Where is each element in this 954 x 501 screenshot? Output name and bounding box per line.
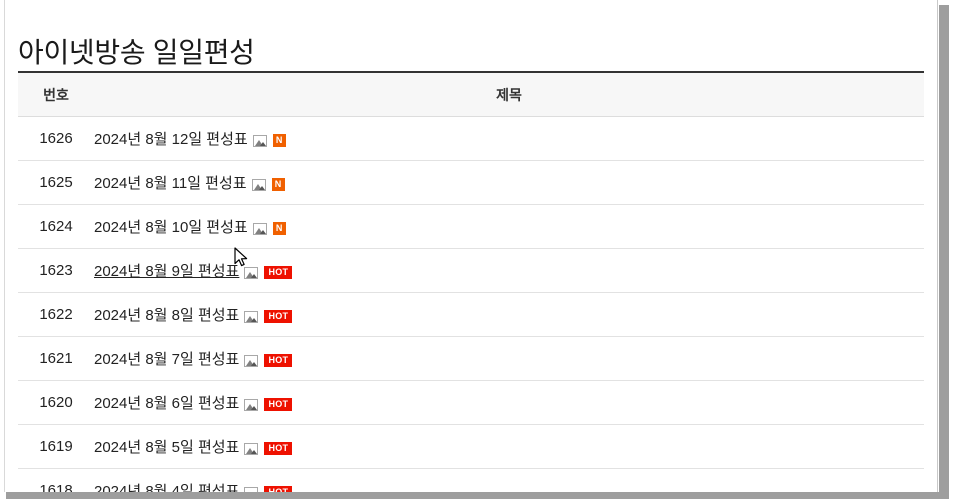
table-row[interactable]: 1619 2024년 8월 5일 편성표 HOT (18, 424, 924, 469)
hot-badge: HOT (264, 353, 293, 367)
hot-badge: HOT (264, 441, 293, 455)
screenshot-viewport: 아이넷방송 일일편성 번호 제목 1626 2024년 8월 12일 편성표 N 16… (0, 0, 954, 501)
row-title-cell: 2024년 8월 5일 편성표 HOT (94, 424, 924, 469)
hot-badge: HOT (264, 397, 293, 411)
row-title-cell: 2024년 8월 12일 편성표 N (94, 116, 924, 161)
row-title-cell: 2024년 8월 8일 편성표 HOT (94, 292, 924, 337)
page-frame: 아이넷방송 일일편성 번호 제목 1626 2024년 8월 12일 편성표 N 16… (4, 0, 938, 495)
row-title-cell: 2024년 8월 11일 편성표 N (94, 160, 924, 205)
hot-badge: HOT (264, 265, 293, 279)
image-attachment-icon (251, 178, 266, 191)
window-bottom-shadow-cap (0, 492, 6, 501)
row-number: 1619 (18, 424, 94, 469)
row-number: 1624 (18, 204, 94, 249)
window-right-shadow-cap (939, 0, 949, 5)
table-row[interactable]: 1625 2024년 8월 11일 편성표 N (18, 160, 924, 205)
row-number: 1621 (18, 336, 94, 381)
row-title-cell: 2024년 8월 7일 편성표 HOT (94, 336, 924, 381)
image-attachment-icon (252, 222, 267, 235)
post-title-link[interactable]: 2024년 8월 12일 편성표 (94, 131, 248, 148)
post-title-link[interactable]: 2024년 8월 6일 편성표 (94, 395, 239, 412)
page-content: 아이넷방송 일일편성 번호 제목 1626 2024년 8월 12일 편성표 N 16… (5, 0, 937, 495)
board-list-table: 번호 제목 1626 2024년 8월 12일 편성표 N 1625 2024년 8월 … (18, 71, 924, 495)
table-row[interactable]: 1626 2024년 8월 12일 편성표 N (18, 116, 924, 161)
table-header-row: 번호 제목 (18, 71, 924, 117)
table-row[interactable]: 1622 2024년 8월 8일 편성표 HOT (18, 292, 924, 337)
post-title-link[interactable]: 2024년 8월 7일 편성표 (94, 351, 239, 368)
page-title: 아이넷방송 일일편성 (18, 36, 255, 68)
post-title-link[interactable]: 2024년 8월 8일 편성표 (94, 307, 239, 324)
table-row[interactable]: 1621 2024년 8월 7일 편성표 HOT (18, 336, 924, 381)
row-number: 1625 (18, 160, 94, 205)
row-number: 1622 (18, 292, 94, 337)
new-badge: N (272, 133, 286, 147)
row-title-cell: 2024년 8월 6일 편성표 HOT (94, 380, 924, 425)
row-number: 1626 (18, 116, 94, 161)
image-attachment-icon (244, 354, 259, 367)
image-attachment-icon (244, 442, 259, 455)
image-attachment-icon (244, 310, 259, 323)
table-row[interactable]: 1624 2024년 8월 10일 편성표 N (18, 204, 924, 249)
column-header-number: 번호 (18, 71, 94, 117)
column-header-title: 제목 (94, 71, 924, 117)
post-title-link[interactable]: 2024년 8월 11일 편성표 (94, 175, 247, 192)
new-badge: N (272, 221, 286, 235)
table-row[interactable]: 1620 2024년 8월 6일 편성표 HOT (18, 380, 924, 425)
row-title-cell: 2024년 8월 10일 편성표 N (94, 204, 924, 249)
row-number: 1620 (18, 380, 94, 425)
image-attachment-icon (244, 398, 259, 411)
image-attachment-icon (252, 134, 267, 147)
image-attachment-icon (244, 266, 259, 279)
post-title-link[interactable]: 2024년 8월 5일 편성표 (94, 439, 239, 456)
table-header: 번호 제목 (18, 71, 924, 117)
row-number: 1623 (18, 248, 94, 293)
table-body: 1626 2024년 8월 12일 편성표 N 1625 2024년 8월 11일 편성… (18, 116, 924, 495)
new-badge: N (271, 177, 285, 191)
table-row[interactable]: 1623 2024년 8월 9일 편성표 HOT (18, 248, 924, 293)
row-title-cell: 2024년 8월 9일 편성표 HOT (94, 248, 924, 293)
post-title-link[interactable]: 2024년 8월 10일 편성표 (94, 219, 248, 236)
post-title-link[interactable]: 2024년 8월 9일 편성표 (94, 263, 239, 280)
hot-badge: HOT (264, 309, 293, 323)
window-right-shadow (939, 4, 949, 498)
window-bottom-shadow (4, 492, 949, 499)
